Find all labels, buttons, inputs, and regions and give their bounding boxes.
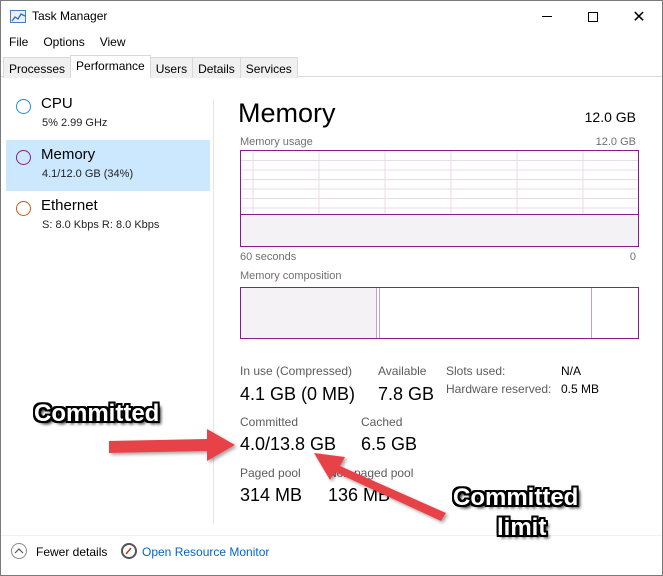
committed-arrow [109,429,235,461]
committed-limit-arrow [314,453,446,521]
tab-performance[interactable]: Performance [70,55,151,78]
annotation-committed: Committed [34,400,160,427]
annotation-committed-limit-line1: Committed [453,484,579,511]
task-manager-window: Task Manager ✕ File Options View Process… [0,0,663,576]
annotation-committed-limit-line2: limit [497,514,547,541]
